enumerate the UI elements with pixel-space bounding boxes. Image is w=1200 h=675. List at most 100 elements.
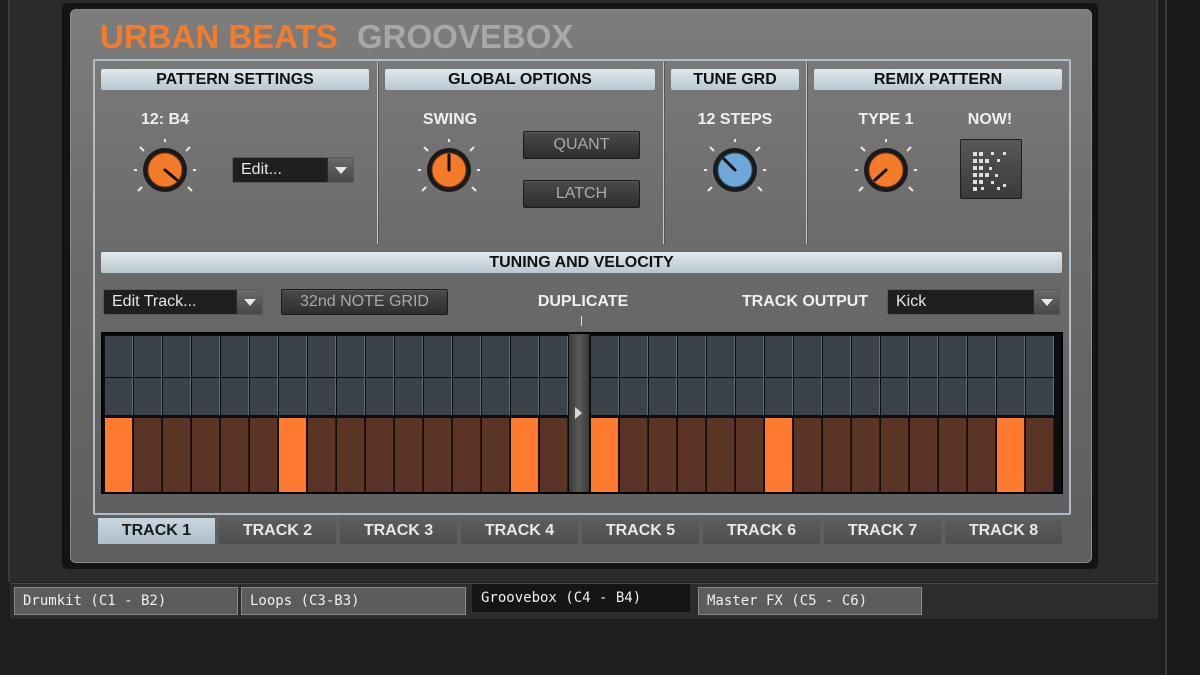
tuning-cell[interactable]: [939, 336, 967, 377]
step[interactable]: [308, 418, 336, 492]
instrument-tab-3[interactable]: Groovebox (C4 - B4): [472, 584, 690, 612]
step[interactable]: [482, 418, 510, 492]
tuning-cell[interactable]: [765, 336, 793, 377]
swing-knob[interactable]: [418, 139, 480, 201]
step[interactable]: [910, 418, 938, 492]
tuning-cell[interactable]: [453, 336, 481, 377]
step[interactable]: [540, 418, 568, 492]
remix-now-button[interactable]: [960, 139, 1022, 199]
tuning-cell[interactable]: [968, 336, 996, 377]
track-tab-4[interactable]: TRACK 4: [461, 518, 578, 544]
track-tab-2[interactable]: TRACK 2: [219, 518, 336, 544]
step[interactable]: [337, 418, 365, 492]
step[interactable]: [794, 418, 822, 492]
step[interactable]: [424, 418, 452, 492]
tuning-cell[interactable]: [910, 336, 938, 377]
pattern-knob[interactable]: [134, 139, 196, 201]
track-tab-1[interactable]: TRACK 1: [98, 518, 215, 544]
step[interactable]: [707, 418, 735, 492]
instrument-tab-2[interactable]: Loops (C3-B3): [241, 587, 466, 615]
tuning-cell[interactable]: [794, 378, 822, 415]
tuning-cell[interactable]: [308, 336, 336, 377]
tuning-cell[interactable]: [163, 378, 191, 415]
tuning-cell[interactable]: [221, 378, 249, 415]
tuning-cell[interactable]: [591, 336, 619, 377]
step-active[interactable]: [591, 418, 619, 492]
tuning-cell[interactable]: [192, 378, 220, 415]
step[interactable]: [823, 418, 851, 492]
track-tab-3[interactable]: TRACK 3: [340, 518, 457, 544]
tuning-cell[interactable]: [997, 336, 1025, 377]
tuning-cell[interactable]: [395, 378, 423, 415]
tuning-cell[interactable]: [395, 336, 423, 377]
tuning-cell[interactable]: [540, 336, 568, 377]
tuning-cell[interactable]: [1026, 378, 1054, 415]
latch-button[interactable]: LATCH: [523, 180, 640, 208]
step[interactable]: [620, 418, 648, 492]
tuning-cell[interactable]: [649, 336, 677, 377]
tuning-cell[interactable]: [221, 336, 249, 377]
tuning-cell[interactable]: [794, 336, 822, 377]
tuning-cell[interactable]: [707, 336, 735, 377]
tuning-cell[interactable]: [707, 378, 735, 415]
track-tab-8[interactable]: TRACK 8: [945, 518, 1062, 544]
tuning-cell[interactable]: [910, 378, 938, 415]
instrument-tab-4[interactable]: Master FX (C5 - C6): [698, 587, 922, 615]
step[interactable]: [968, 418, 996, 492]
tuning-cell[interactable]: [250, 378, 278, 415]
tuning-cell[interactable]: [678, 336, 706, 377]
tuning-cell[interactable]: [997, 378, 1025, 415]
edit-track-dropdown[interactable]: Edit Track...: [103, 289, 263, 315]
tuning-cell[interactable]: [620, 378, 648, 415]
tuning-cell[interactable]: [134, 378, 162, 415]
tuning-cell[interactable]: [968, 378, 996, 415]
step[interactable]: [366, 418, 394, 492]
tuning-cell[interactable]: [366, 336, 394, 377]
track-tab-7[interactable]: TRACK 7: [824, 518, 941, 544]
step[interactable]: [192, 418, 220, 492]
tuning-cell[interactable]: [337, 378, 365, 415]
step[interactable]: [395, 418, 423, 492]
tuning-cell[interactable]: [540, 378, 568, 415]
tuning-cell[interactable]: [105, 378, 133, 415]
step-active[interactable]: [279, 418, 307, 492]
remix-type-knob[interactable]: [855, 139, 917, 201]
tuning-cell[interactable]: [1026, 336, 1054, 377]
tuning-cell[interactable]: [250, 336, 278, 377]
step[interactable]: [736, 418, 764, 492]
tuning-cell[interactable]: [482, 336, 510, 377]
track-tab-6[interactable]: TRACK 6: [703, 518, 820, 544]
step-sequencer-grid[interactable]: [101, 332, 1063, 494]
tuning-cell[interactable]: [366, 378, 394, 415]
tuning-cell[interactable]: [424, 336, 452, 377]
tuning-cell[interactable]: [649, 378, 677, 415]
track-output-dropdown[interactable]: Kick: [887, 289, 1060, 315]
tuning-cell[interactable]: [453, 378, 481, 415]
step[interactable]: [453, 418, 481, 492]
tuning-cell[interactable]: [736, 378, 764, 415]
tuning-cell[interactable]: [482, 378, 510, 415]
tuning-cell[interactable]: [765, 378, 793, 415]
tuning-cell[interactable]: [678, 378, 706, 415]
step[interactable]: [163, 418, 191, 492]
tuning-cell[interactable]: [279, 378, 307, 415]
pattern-edit-dropdown[interactable]: Edit...: [232, 157, 354, 183]
tune-grid-knob[interactable]: [704, 139, 766, 201]
tuning-cell[interactable]: [308, 378, 336, 415]
quant-button[interactable]: QUANT: [523, 131, 640, 159]
step[interactable]: [939, 418, 967, 492]
step-active[interactable]: [511, 418, 539, 492]
duplicate-handle[interactable]: [569, 334, 589, 492]
step[interactable]: [852, 418, 880, 492]
step[interactable]: [678, 418, 706, 492]
tuning-cell[interactable]: [881, 378, 909, 415]
tuning-cell[interactable]: [939, 378, 967, 415]
tuning-cell[interactable]: [881, 336, 909, 377]
tuning-cell[interactable]: [105, 336, 133, 377]
step-active[interactable]: [997, 418, 1025, 492]
tuning-cell[interactable]: [192, 336, 220, 377]
tuning-cell[interactable]: [511, 336, 539, 377]
tuning-cell[interactable]: [852, 378, 880, 415]
tuning-cell[interactable]: [823, 336, 851, 377]
tuning-cell[interactable]: [134, 336, 162, 377]
